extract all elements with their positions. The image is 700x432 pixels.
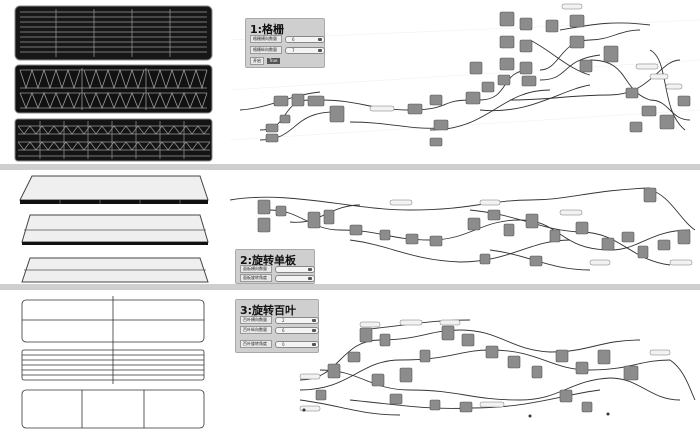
slider-track[interactable]: [275, 274, 315, 282]
slider-value: 7: [292, 47, 295, 53]
slider-grille-vertical[interactable]: 格栅纵向数量 7: [250, 46, 325, 54]
toggle-enable[interactable]: 开启 True: [250, 57, 280, 65]
slider-panel-count[interactable]: 面板横向数量: [240, 265, 315, 273]
slider-knob[interactable]: [318, 48, 322, 52]
louver-shape-3: [21, 389, 205, 429]
slider-louver-vertical[interactable]: 百叶纵向数量 6: [240, 326, 319, 334]
slider-knob[interactable]: [312, 342, 316, 346]
panel-preview: [19, 175, 209, 283]
panel-shape-1: [19, 175, 209, 204]
toggle-label: 开启: [250, 57, 264, 65]
louver-shape-2: [21, 346, 205, 384]
group-grille: 1:格栅 格栅横向数量 6 格栅纵向数量 7 开启 True: [245, 18, 325, 68]
section-rotating-louver: 3:旋转百叶 百叶横向数量 2 百叶纵向数量 6 百叶旋转角度 0: [0, 290, 700, 432]
slider-label: 面板横向数量: [240, 265, 272, 273]
louver-shape-1: [21, 296, 205, 346]
slider-track[interactable]: 7: [285, 46, 325, 54]
grille-panel-truss: [14, 64, 213, 114]
slider-knob[interactable]: [308, 267, 312, 271]
slider-label: 格栅横向数量: [250, 35, 282, 43]
louver-preview: [21, 296, 205, 429]
grille-panel-fine: [14, 5, 213, 61]
slider-knob[interactable]: [312, 318, 316, 322]
panel-shape-2: [21, 214, 209, 245]
slider-grille-horizontal[interactable]: 格栅横向数量 6: [250, 35, 325, 43]
slider-louver-horizontal[interactable]: 百叶横向数量 2: [240, 316, 319, 324]
slider-track[interactable]: 0: [275, 340, 319, 348]
slider-value: 0: [282, 341, 285, 347]
slider-knob[interactable]: [318, 37, 322, 41]
slider-label: 格栅纵向数量: [250, 46, 282, 54]
slider-knob[interactable]: [312, 328, 316, 332]
slider-label: 面板旋转角度: [240, 274, 272, 282]
section-grille: 1:格栅 格栅横向数量 6 格栅纵向数量 7 开启 True: [0, 0, 700, 164]
slider-track[interactable]: 2: [275, 316, 319, 324]
panel-shape-3: [21, 257, 209, 283]
toggle-value[interactable]: True: [267, 58, 280, 64]
grille-preview: [14, 5, 213, 162]
section-rotating-panel: 2:旋转单板 面板横向数量 面板旋转角度: [0, 170, 700, 284]
slider-panel-angle[interactable]: 面板旋转角度: [240, 274, 315, 282]
slider-track[interactable]: 6: [285, 35, 325, 43]
slider-label: 百叶横向数量: [240, 316, 272, 324]
slider-label: 百叶旋转角度: [240, 340, 272, 348]
slider-track[interactable]: [275, 265, 315, 273]
slider-track[interactable]: 6: [275, 326, 319, 334]
slider-louver-angle[interactable]: 百叶旋转角度 0: [240, 340, 319, 348]
grille-panel-dense: [14, 118, 213, 162]
slider-label: 百叶纵向数量: [240, 326, 272, 334]
slider-value: 2: [282, 317, 285, 323]
slider-knob[interactable]: [308, 276, 312, 280]
group-rotating-louver: 3:旋转百叶 百叶横向数量 2 百叶纵向数量 6 百叶旋转角度 0: [235, 299, 319, 353]
slider-value: 6: [292, 36, 295, 42]
group-rotating-panel: 2:旋转单板 面板横向数量 面板旋转角度: [235, 249, 315, 284]
slider-value: 6: [282, 327, 285, 333]
